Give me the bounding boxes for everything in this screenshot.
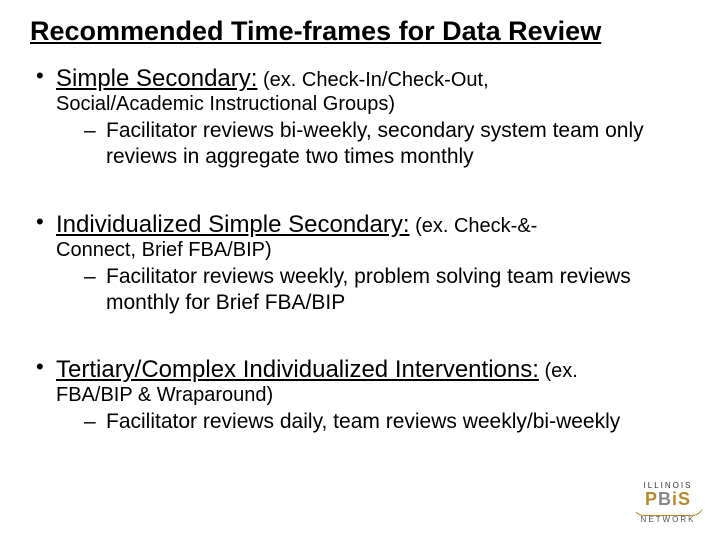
bullet-item-simple-secondary: Simple Secondary: (ex. Check-In/Check-Ou…	[30, 65, 690, 171]
item-continuation: Social/Academic Instructional Groups)	[56, 93, 690, 116]
item-paren: (ex. Check-In/Check-Out,	[257, 69, 488, 91]
bullet-list-level1: Simple Secondary: (ex. Check-In/Check-Ou…	[30, 65, 690, 435]
logo-bottom-text: NETWORK	[641, 516, 696, 524]
item-lead: Tertiary/Complex Individualized Interven…	[56, 356, 539, 383]
bullet-list-level2: Facilitator reviews weekly, problem solv…	[56, 264, 690, 317]
item-lead: Simple Secondary:	[56, 65, 257, 92]
bullet-item-tertiary-complex: Tertiary/Complex Individualized Interven…	[30, 356, 690, 435]
pbis-logo: ILLINOIS PBiS NETWORK	[632, 482, 704, 524]
sub-bullet: Facilitator reviews daily, team reviews …	[84, 409, 690, 435]
slide: Recommended Time-frames for Data Review …	[0, 0, 720, 540]
bullet-list-level2: Facilitator reviews daily, team reviews …	[56, 409, 690, 435]
bullet-item-individualized-simple-secondary: Individualized Simple Secondary: (ex. Ch…	[30, 211, 690, 317]
item-continuation: Connect, Brief FBA/BIP)	[56, 239, 690, 262]
slide-title: Recommended Time-frames for Data Review	[30, 16, 690, 47]
item-paren: (ex. Check-&-	[410, 215, 538, 237]
sub-bullet: Facilitator reviews bi-weekly, secondary…	[84, 118, 690, 171]
bullet-list-level2: Facilitator reviews bi-weekly, secondary…	[56, 118, 690, 171]
item-lead: Individualized Simple Secondary:	[56, 211, 410, 238]
sub-bullet: Facilitator reviews weekly, problem solv…	[84, 264, 690, 317]
item-continuation: FBA/BIP & Wraparound)	[56, 384, 690, 407]
item-paren: (ex.	[539, 360, 578, 382]
